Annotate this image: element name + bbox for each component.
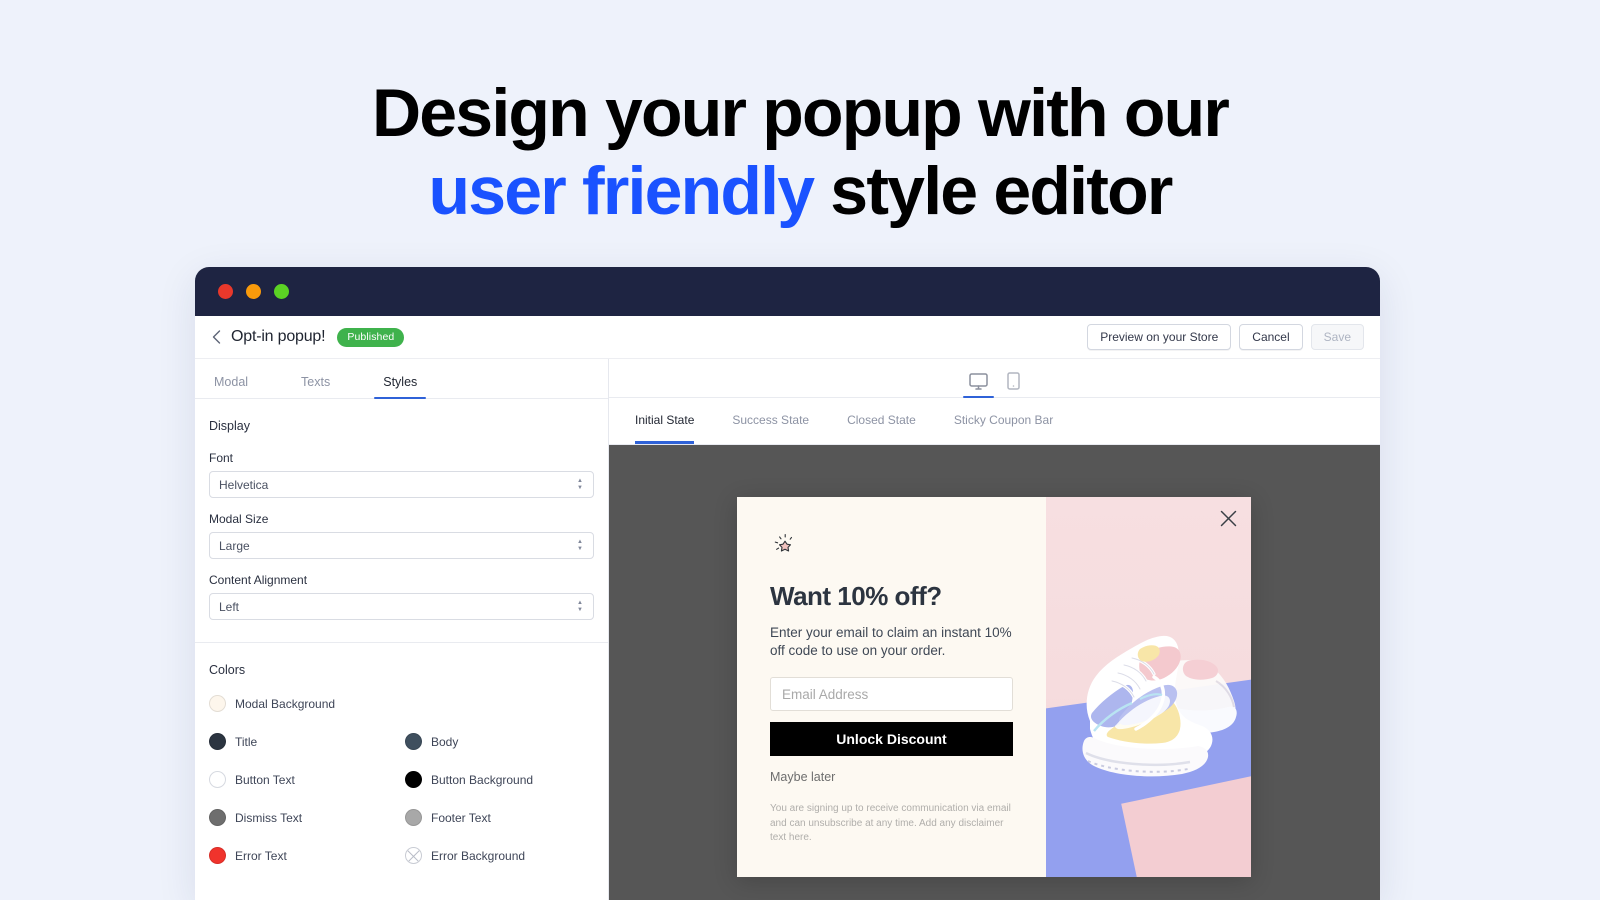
email-input[interactable]: Email Address bbox=[770, 677, 1013, 712]
font-label: Font bbox=[209, 451, 234, 465]
color-row-error-text[interactable]: Error Text bbox=[209, 847, 405, 864]
sneaker-illustration bbox=[1082, 635, 1237, 777]
content-alignment-label: Content Alignment bbox=[209, 573, 308, 587]
tab-closed-state[interactable]: Closed State bbox=[847, 413, 916, 430]
popup-heading: Want 10% off? bbox=[770, 581, 942, 611]
cancel-button[interactable]: Cancel bbox=[1239, 324, 1303, 350]
color-label: Error Background bbox=[431, 848, 526, 863]
email-placeholder: Email Address bbox=[782, 686, 869, 702]
color-row-footer-text[interactable]: Footer Text bbox=[405, 809, 594, 826]
modal-size-label: Modal Size bbox=[209, 512, 269, 526]
color-swatch[interactable] bbox=[209, 809, 226, 826]
popup-modal: Want 10% off? Enter your email to claim … bbox=[737, 497, 1251, 877]
tab-modal[interactable]: Modal bbox=[209, 375, 253, 398]
color-row-body[interactable]: Body bbox=[405, 733, 594, 750]
color-label: Body bbox=[431, 734, 459, 749]
stepper-icon: ▲ ▼ bbox=[577, 477, 583, 491]
mobile-view-icon[interactable] bbox=[1007, 372, 1020, 397]
colors-section: Colors Modal Background Title Body Butto… bbox=[195, 643, 608, 886]
settings-panel: Modal Texts Styles Display Font Helvetic… bbox=[195, 359, 609, 900]
color-label: Modal Background bbox=[235, 696, 336, 711]
color-row-button-background[interactable]: Button Background bbox=[405, 771, 594, 788]
close-icon[interactable] bbox=[1220, 510, 1237, 527]
color-row-modal-background[interactable]: Modal Background bbox=[209, 695, 594, 712]
font-select-value: Helvetica bbox=[219, 477, 269, 492]
state-tabs: Initial State Success State Closed State… bbox=[609, 398, 1380, 445]
color-label: Error Text bbox=[235, 848, 287, 863]
desktop-view-icon[interactable] bbox=[963, 373, 994, 398]
color-label: Dismiss Text bbox=[235, 810, 303, 825]
display-section-title: Display bbox=[209, 419, 250, 433]
chevron-left-icon[interactable] bbox=[208, 329, 224, 345]
colors-grid: Modal Background Title Body Button Text bbox=[209, 695, 594, 864]
window-titlebar bbox=[195, 267, 1380, 316]
color-row-error-background[interactable]: Error Background bbox=[405, 847, 594, 864]
popup-content: Want 10% off? Enter your email to claim … bbox=[737, 497, 1046, 877]
modal-size-select[interactable]: Large ▲ ▼ bbox=[209, 532, 594, 559]
stepper-icon: ▲ ▼ bbox=[577, 599, 583, 613]
window-minimize-dot[interactable] bbox=[246, 284, 261, 299]
browser-window: Opt-in popup! Published Preview on your … bbox=[195, 267, 1380, 900]
color-label: Button Text bbox=[235, 772, 295, 787]
color-swatch[interactable] bbox=[209, 695, 226, 712]
preview-stage: Want 10% off? Enter your email to claim … bbox=[609, 445, 1380, 900]
color-label: Button Background bbox=[431, 772, 534, 787]
color-swatch-transparent[interactable] bbox=[405, 847, 422, 864]
color-row-button-text[interactable]: Button Text bbox=[209, 771, 405, 788]
document-title: Opt-in popup! bbox=[231, 328, 326, 345]
hero-section: Design your popup with our user friendly… bbox=[0, 0, 1600, 230]
preview-panel: Initial State Success State Closed State… bbox=[609, 359, 1380, 900]
color-label: Footer Text bbox=[431, 810, 491, 825]
modal-size-select-value: Large bbox=[219, 538, 250, 553]
preview-on-store-button[interactable]: Preview on your Store bbox=[1087, 324, 1232, 350]
tab-styles[interactable]: Styles bbox=[374, 375, 427, 399]
maybe-later-link[interactable]: Maybe later bbox=[770, 770, 1013, 784]
stepper-icon: ▲ ▼ bbox=[577, 538, 583, 552]
app-header: Opt-in popup! Published Preview on your … bbox=[195, 316, 1380, 359]
header-actions: Preview on your Store Cancel Save bbox=[1087, 324, 1364, 350]
save-button[interactable]: Save bbox=[1310, 324, 1364, 350]
color-swatch[interactable] bbox=[405, 733, 422, 750]
tab-success-state[interactable]: Success State bbox=[732, 413, 809, 430]
color-row-title[interactable]: Title bbox=[209, 733, 405, 750]
popup-body-text: Enter your email to claim an instant 10%… bbox=[770, 625, 1012, 659]
device-toggle-bar bbox=[609, 359, 1380, 398]
settings-tabs: Modal Texts Styles bbox=[195, 359, 608, 399]
colors-section-title: Colors bbox=[209, 663, 246, 677]
color-swatch[interactable] bbox=[405, 771, 422, 788]
color-row-dismiss-text[interactable]: Dismiss Text bbox=[209, 809, 405, 826]
content-alignment-select[interactable]: Left ▲ ▼ bbox=[209, 593, 594, 620]
popup-disclaimer: You are signing up to receive communicat… bbox=[770, 803, 1011, 843]
unlock-discount-button[interactable]: Unlock Discount bbox=[770, 722, 1013, 757]
window-close-dot[interactable] bbox=[218, 284, 233, 299]
tab-initial-state[interactable]: Initial State bbox=[635, 413, 695, 444]
font-select[interactable]: Helvetica ▲ ▼ bbox=[209, 471, 594, 498]
color-swatch[interactable] bbox=[405, 809, 422, 826]
sparkle-star-icon bbox=[770, 530, 800, 560]
color-swatch[interactable] bbox=[209, 771, 226, 788]
headline-accent: user friendly bbox=[428, 153, 815, 230]
window-maximize-dot[interactable] bbox=[274, 284, 289, 299]
color-swatch[interactable] bbox=[209, 847, 226, 864]
popup-image bbox=[1046, 497, 1251, 877]
content-alignment-select-value: Left bbox=[219, 599, 240, 614]
color-label: Title bbox=[235, 734, 258, 749]
color-swatch[interactable] bbox=[209, 733, 226, 750]
page-title: Design your popup with our user friendly… bbox=[0, 74, 1600, 230]
tab-texts[interactable]: Texts bbox=[296, 375, 335, 398]
headline-line-2-rest: style editor bbox=[813, 153, 1173, 230]
status-badge: Published bbox=[337, 327, 405, 347]
tab-sticky-coupon-bar[interactable]: Sticky Coupon Bar bbox=[954, 413, 1053, 430]
headline-line-1: Design your popup with our bbox=[371, 75, 1230, 151]
display-section: Display Font Helvetica ▲ ▼ Modal Size Lar… bbox=[195, 399, 608, 643]
editor-body: Modal Texts Styles Display Font Helvetic… bbox=[195, 359, 1380, 900]
